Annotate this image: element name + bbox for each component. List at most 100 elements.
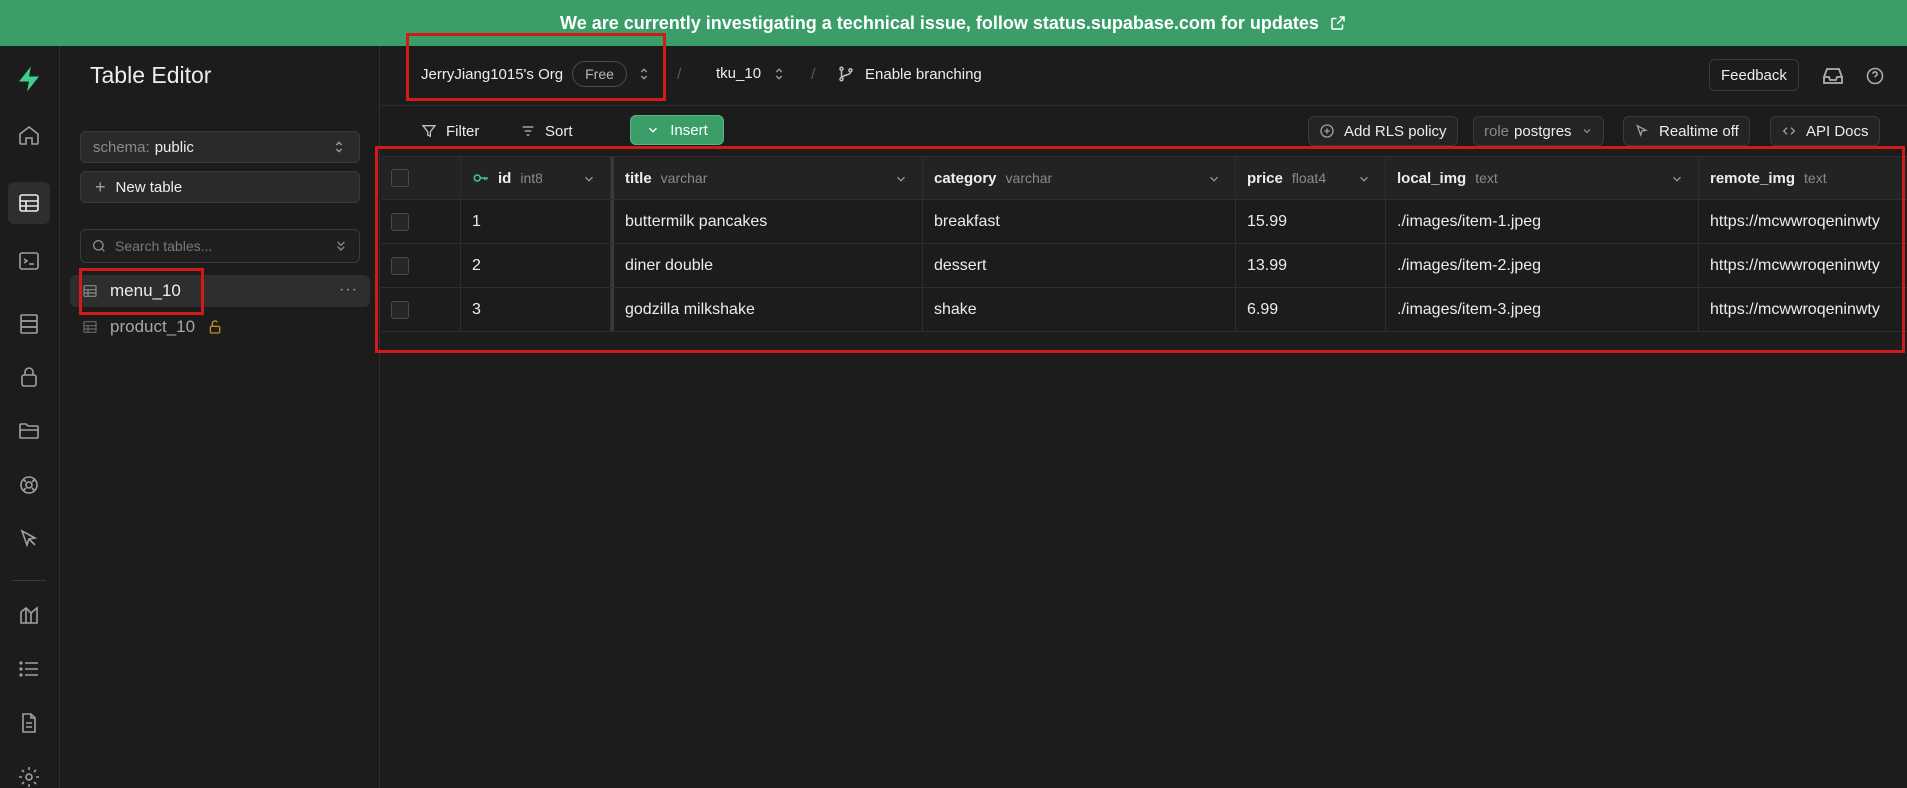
cell-remote-img[interactable]: https://mcwwroqeninwty xyxy=(1699,200,1907,243)
home-icon[interactable] xyxy=(8,114,50,156)
chevron-down-icon[interactable] xyxy=(1207,172,1221,186)
help-icon[interactable] xyxy=(1865,66,1885,86)
row-checkbox-cell[interactable] xyxy=(381,288,461,331)
cell-title[interactable]: diner double xyxy=(611,244,923,287)
auth-icon[interactable] xyxy=(8,356,50,398)
grid-toolbar: Filter Sort Insert Add RLS policy role p… xyxy=(381,106,1907,154)
chevron-up-down-icon xyxy=(775,67,783,80)
plus-icon: + xyxy=(95,176,106,197)
chevron-down-icon[interactable] xyxy=(894,172,908,186)
cell-id[interactable]: 1 xyxy=(461,200,611,243)
new-table-button[interactable]: + New table xyxy=(80,171,360,203)
realtime-label: Realtime off xyxy=(1659,122,1739,140)
schema-selector[interactable]: schema: public xyxy=(80,131,360,163)
checkbox[interactable] xyxy=(391,256,409,275)
column-name: price xyxy=(1247,169,1283,187)
supabase-logo-icon[interactable] xyxy=(8,58,50,100)
column-header-id[interactable]: id int8 xyxy=(461,157,611,199)
search-input[interactable] xyxy=(115,238,325,254)
cell-title[interactable]: godzilla milkshake xyxy=(611,288,923,331)
insert-button[interactable]: Insert xyxy=(630,115,724,145)
column-header-local-img[interactable]: local_img text xyxy=(1386,157,1699,199)
banner-text: We are currently investigating a technic… xyxy=(560,12,1319,33)
column-header-remote-img[interactable]: remote_img text xyxy=(1699,157,1907,199)
org-name: JerryJiang1015's Org xyxy=(421,65,564,83)
chevron-down-icon[interactable] xyxy=(1357,172,1371,186)
filter-button[interactable]: Filter xyxy=(411,116,489,146)
checkbox[interactable] xyxy=(391,212,409,231)
cell-category[interactable]: dessert xyxy=(923,244,1236,287)
sidebar-title: Table Editor xyxy=(90,62,212,88)
cell-local-img[interactable]: ./images/item-1.jpeg xyxy=(1386,200,1699,243)
cell-price[interactable]: 6.99 xyxy=(1236,288,1386,331)
data-grid: id int8 title varchar category varchar p… xyxy=(381,156,1907,332)
row-checkbox-cell[interactable] xyxy=(381,244,461,287)
table-editor-icon[interactable] xyxy=(8,182,50,224)
project-selector[interactable]: tku_10 xyxy=(716,65,787,82)
logs-icon[interactable] xyxy=(8,648,50,690)
branching-label: Enable branching xyxy=(865,65,982,83)
column-name: title xyxy=(625,169,652,187)
checkbox[interactable] xyxy=(391,169,409,187)
project-name: tku_10 xyxy=(716,65,762,82)
enable-branching-button[interactable]: Enable branching xyxy=(837,65,982,83)
column-name: id xyxy=(498,169,512,187)
cell-id[interactable]: 3 xyxy=(461,288,611,331)
column-type: varchar xyxy=(660,170,708,186)
cell-local-img[interactable]: ./images/item-3.jpeg xyxy=(1386,288,1699,331)
select-all-checkbox-cell[interactable] xyxy=(381,157,461,199)
role-selector[interactable]: role postgres xyxy=(1473,116,1604,146)
table-name: menu_10 xyxy=(110,281,181,300)
cell-remote-img[interactable]: https://mcwwroqeninwty xyxy=(1699,244,1907,287)
column-type: text xyxy=(1475,170,1498,186)
cell-local-img[interactable]: ./images/item-2.jpeg xyxy=(1386,244,1699,287)
cell-price[interactable]: 15.99 xyxy=(1236,200,1386,243)
cell-title[interactable]: buttermilk pancakes xyxy=(611,200,923,243)
external-link-icon xyxy=(1331,16,1345,30)
storage-icon[interactable] xyxy=(8,410,50,452)
grid-header-row: id int8 title varchar category varchar p… xyxy=(381,156,1907,200)
realtime-icon[interactable] xyxy=(8,464,50,506)
column-type: text xyxy=(1804,170,1827,186)
inbox-icon[interactable] xyxy=(1821,64,1845,88)
cell-price[interactable]: 13.99 xyxy=(1236,244,1386,287)
reports-icon[interactable] xyxy=(8,594,50,636)
edge-functions-icon[interactable] xyxy=(8,518,50,560)
chevron-down-icon[interactable] xyxy=(1670,172,1684,186)
sidebar-item-menu-10[interactable]: menu_10 ··· xyxy=(70,275,370,307)
org-selector[interactable]: JerryJiang1015's Org Free xyxy=(421,61,652,87)
api-docs-button[interactable]: API Docs xyxy=(1770,116,1880,146)
database-icon[interactable] xyxy=(8,303,50,345)
add-rls-policy-button[interactable]: Add RLS policy xyxy=(1308,116,1458,146)
chevron-down-icon[interactable] xyxy=(582,172,596,186)
search-tables[interactable] xyxy=(80,229,360,263)
settings-icon[interactable] xyxy=(8,756,50,788)
sidebar-item-product-10[interactable]: product_10 xyxy=(70,311,370,343)
more-options-icon[interactable]: ··· xyxy=(339,281,358,299)
collapse-icon[interactable] xyxy=(333,238,349,254)
chevron-down-icon xyxy=(649,127,658,133)
column-type: varchar xyxy=(1005,170,1053,186)
docs-icon[interactable] xyxy=(8,702,50,744)
cell-remote-img[interactable]: https://mcwwroqeninwty xyxy=(1699,288,1907,331)
realtime-toggle-button[interactable]: Realtime off xyxy=(1623,116,1750,146)
cell-category[interactable]: breakfast xyxy=(923,200,1236,243)
status-banner[interactable]: We are currently investigating a technic… xyxy=(0,0,1907,46)
plus-circle-icon xyxy=(1320,124,1334,138)
sort-button[interactable]: Sort xyxy=(510,116,583,146)
table-row[interactable]: 1 buttermilk pancakes breakfast 15.99 ./… xyxy=(381,200,1907,244)
column-header-price[interactable]: price float4 xyxy=(1236,157,1386,199)
cell-id[interactable]: 2 xyxy=(461,244,611,287)
sql-editor-icon[interactable] xyxy=(8,240,50,282)
table-row[interactable]: 2 diner double dessert 13.99 ./images/it… xyxy=(381,244,1907,288)
column-header-title[interactable]: title varchar xyxy=(611,157,923,199)
feedback-button[interactable]: Feedback xyxy=(1709,59,1799,91)
table-sidebar: Table Editor schema: public + New table … xyxy=(60,46,380,788)
column-header-category[interactable]: category varchar xyxy=(923,157,1236,199)
cell-category[interactable]: shake xyxy=(923,288,1236,331)
row-checkbox-cell[interactable] xyxy=(381,200,461,243)
breadcrumb-separator: / xyxy=(677,66,682,83)
table-row[interactable]: 3 godzilla milkshake shake 6.99 ./images… xyxy=(381,288,1907,332)
checkbox[interactable] xyxy=(391,300,409,319)
sort-icon xyxy=(522,126,534,136)
